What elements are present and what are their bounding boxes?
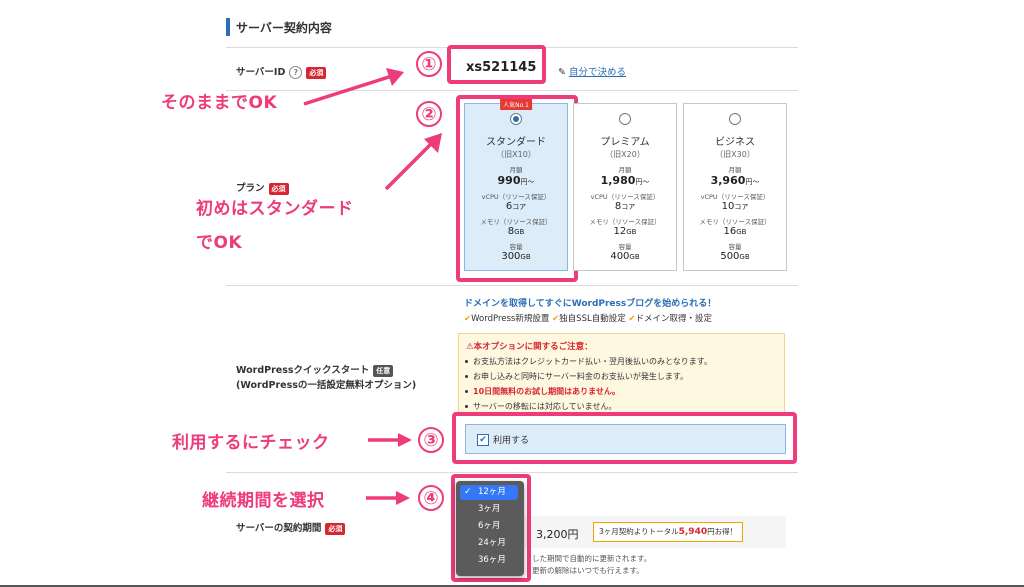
plan-radio[interactable] <box>510 113 522 125</box>
renewal-note-2: 更新の解除はいつでも行えます。 <box>532 566 644 575</box>
period-option[interactable]: 36ヶ月 <box>460 553 518 568</box>
section-accent-bar <box>226 18 230 36</box>
required-badge: 必須 <box>325 522 346 535</box>
plan-price: 990円〜 <box>497 174 535 187</box>
cpu-label: vCPU（リソース保証） <box>590 193 660 201</box>
plan-name: ビジネス <box>715 137 755 148</box>
step-number-4: ④ <box>418 485 444 511</box>
checkmark-icon: ✓ <box>464 487 472 497</box>
memory-value: 16GB <box>723 226 747 237</box>
cpu-value: 10コア <box>721 201 749 212</box>
wp-quickstart-label: WordPressクイックスタート 任意 <box>236 362 394 377</box>
storage-label: 容量 <box>509 243 523 251</box>
plan-price: 3,960円〜 <box>710 174 760 187</box>
storage-value: 400GB <box>610 251 640 262</box>
cpu-value: 8コア <box>614 201 636 212</box>
popular-badge: 人気No.1 <box>500 99 532 110</box>
wp-quickstart-sublabel: (WordPressの一括設定無料オプション) <box>236 380 417 391</box>
plan-old-name: （旧X10） <box>496 150 536 159</box>
annotation-standard-ok: 初めはスタンダード <box>196 199 354 219</box>
use-option-box[interactable]: ✔ 利用する <box>465 424 786 454</box>
promo-badge: 3ヶ月契約よりトータル5,940円お得！ <box>593 522 744 542</box>
period-option[interactable]: 6ヶ月 <box>460 519 518 534</box>
check-icon: ✔ <box>628 314 636 324</box>
plan-radio[interactable] <box>729 113 741 125</box>
divider <box>226 285 798 286</box>
price-total: 3,200円 <box>536 528 579 541</box>
arrow-icon <box>368 433 412 447</box>
wp-features: ✔WordPress新規設置 ✔独自SSL自動設定 ✔ドメイン取得・設定 <box>464 314 713 324</box>
cpu-label: vCPU（リソース保証） <box>700 193 770 201</box>
plan-card-premium[interactable]: プレミアム （旧X20） 月額 1,980円〜 vCPU（リソース保証） 8コア… <box>573 103 677 271</box>
plan-card-business[interactable]: ビジネス （旧X30） 月額 3,960円〜 vCPU（リソース保証） 10コア… <box>683 103 787 271</box>
storage-value: 300GB <box>501 251 531 262</box>
notice-item-warning: 10日間無料のお試し期間はありません。 <box>465 386 620 397</box>
self-decide-link[interactable]: ✎ 自分で決める <box>558 64 626 78</box>
annotation-check-use: 利用するにチェック <box>172 433 330 453</box>
notice-item: サーバーの移転には対応していません。 <box>465 401 616 412</box>
memory-label: メモリ（リソース保証） <box>699 218 771 226</box>
renewal-note: した期間で自動的に更新されます。 <box>532 554 652 563</box>
cpu-value: 6コア <box>505 201 527 212</box>
plan-old-name: （旧X30） <box>715 150 755 159</box>
notice-item: お申し込みと同時にサーバー料金のお支払いが発生します。 <box>465 371 688 382</box>
period-option[interactable]: 24ヶ月 <box>460 536 518 551</box>
step-number-2: ② <box>416 101 442 127</box>
plan-card-standard[interactable]: 人気No.1 スタンダード （旧X10） 月額 990円〜 vCPU（リソース保… <box>464 99 568 271</box>
wp-headline: ドメインを取得してすぐにWordPressブログを始められる！ <box>464 299 717 309</box>
memory-label: メモリ（リソース保証） <box>480 218 552 226</box>
required-badge: 必須 <box>268 182 289 195</box>
monthly-label: 月額 <box>509 166 523 174</box>
annotation-standard-ok-2: でOK <box>196 233 243 253</box>
memory-label: メモリ（リソース保証） <box>589 218 661 226</box>
plan-name: スタンダード <box>486 137 546 148</box>
notice-title: ⚠本オプションに関するご注意： <box>466 342 593 352</box>
monthly-label: 月額 <box>618 166 632 174</box>
storage-value: 500GB <box>720 251 750 262</box>
contract-period-dropdown[interactable]: ✓ 12ヶ月 3ヶ月 6ヶ月 24ヶ月 36ヶ月 <box>456 481 524 576</box>
arrow-icon <box>366 491 410 505</box>
pencil-icon: ✎ <box>558 67 566 78</box>
step-number-3: ③ <box>418 427 444 453</box>
plan-name: プレミアム <box>600 137 650 148</box>
plan-label: プラン 必須 <box>236 180 289 195</box>
annotation-keep-default: そのままでOK <box>161 93 278 113</box>
contract-period-label: サーバーの契約期間 必須 <box>236 520 346 535</box>
plan-price: 1,980円〜 <box>600 174 650 187</box>
notice-box: ⚠本オプションに関するご注意： お支払方法はクレジットカード払い・翌月後払いのみ… <box>458 333 785 415</box>
storage-label: 容量 <box>728 243 742 251</box>
notice-item: お支払方法はクレジットカード払い・翌月後払いのみとなります。 <box>465 356 712 367</box>
step-number-1: ① <box>416 51 442 77</box>
plan-radio[interactable] <box>619 113 631 125</box>
section-title: サーバー契約内容 <box>236 21 332 35</box>
use-checkbox-label: 利用する <box>493 436 530 446</box>
divider <box>226 472 798 473</box>
memory-value: 8GB <box>507 226 525 237</box>
period-option[interactable]: 3ヶ月 <box>460 502 518 517</box>
warning-icon: ⚠ <box>466 342 474 352</box>
optional-badge: 任意 <box>373 364 394 377</box>
arrow-icon <box>303 68 404 106</box>
cpu-label: vCPU（リソース保証） <box>481 193 551 201</box>
use-checkbox[interactable]: ✔ <box>477 434 489 446</box>
server-id-value: xs521145 <box>466 60 537 75</box>
arrow-icon <box>384 133 442 191</box>
period-option[interactable]: ✓ 12ヶ月 <box>460 485 518 500</box>
monthly-label: 月額 <box>728 166 742 174</box>
plan-old-name: （旧X20） <box>605 150 645 159</box>
storage-label: 容量 <box>618 243 632 251</box>
memory-value: 12GB <box>613 226 637 237</box>
annotation-select-period: 継続期間を選択 <box>202 491 325 511</box>
